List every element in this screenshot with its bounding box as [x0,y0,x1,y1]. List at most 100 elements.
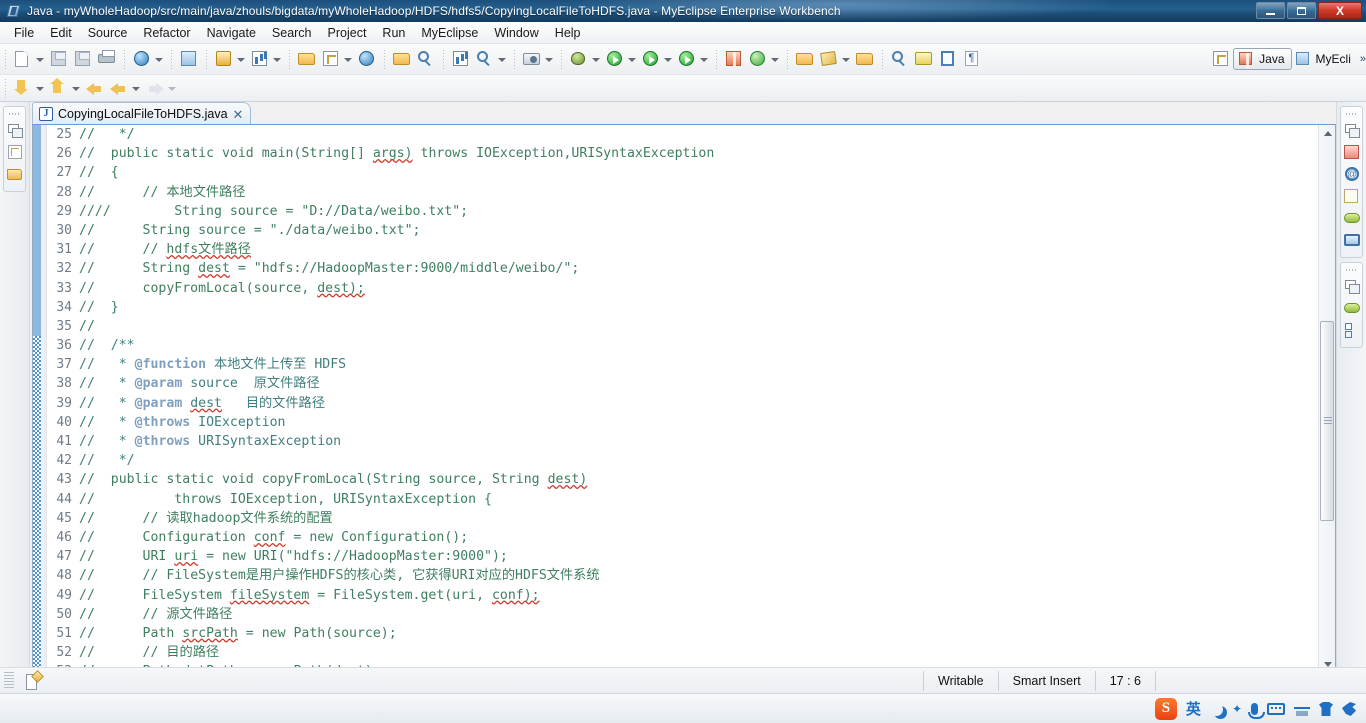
palette-icon[interactable] [1341,142,1363,162]
code-viewport[interactable]: 25 // */ 26 // public static void main(Stri… [33,125,1318,673]
menu-item-help[interactable]: Help [547,24,589,42]
upload-dropdown-icon[interactable] [71,77,80,99]
editor-vertical-scrollbar[interactable] [1318,125,1335,673]
preview-report-icon[interactable] [474,48,496,70]
deploy-icon[interactable] [213,48,235,70]
toggle-markoccurrences-icon[interactable] [913,48,935,70]
run-external-dropdown-icon[interactable] [699,48,708,70]
menu-item-search[interactable]: Search [264,24,320,42]
menu-item-refactor[interactable]: Refactor [135,24,198,42]
toggle-whitespace-icon[interactable]: ¶ [961,48,983,70]
code-text: // * @throws IOException [79,414,286,430]
vertical-scroll-thumb[interactable] [1320,321,1334,521]
screen-icon[interactable] [1341,230,1363,250]
save-icon[interactable] [48,48,70,70]
quick-fix-dropdown-icon[interactable] [841,48,850,70]
download-icon[interactable] [12,77,34,99]
open-perspective-icon[interactable] [1210,48,1232,70]
menu-item-file[interactable]: File [6,24,42,42]
abc-icon[interactable] [1294,703,1310,716]
restore-icon[interactable] [1341,120,1363,140]
new-wizard-icon[interactable] [12,48,34,70]
run-history-icon[interactable] [640,48,662,70]
back-icon[interactable] [84,77,106,99]
close-icon[interactable]: ✕ [233,108,244,121]
menu-item-navigate[interactable]: Navigate [199,24,264,42]
restore-icon[interactable] [4,120,26,140]
debug-icon[interactable] [568,48,590,70]
code-lines[interactable]: 25 // */ 26 // public static void main(Stri… [47,125,1318,673]
moon-icon[interactable] [1210,703,1223,716]
new-class-dropdown-icon[interactable] [770,48,779,70]
menu-item-myeclipse[interactable]: MyEclipse [413,24,486,42]
toggle-blockselection-icon[interactable] [937,48,959,70]
sogou-logo-icon[interactable]: S [1154,698,1177,720]
close-button[interactable]: X [1318,2,1362,19]
new-class-icon[interactable] [747,48,769,70]
snake-icon[interactable] [1341,208,1363,228]
run-history-dropdown-icon[interactable] [663,48,672,70]
mic-icon[interactable] [1248,703,1265,719]
sidebar-drag-grip[interactable] [9,110,20,117]
package-folder-icon[interactable] [4,164,26,184]
menu-item-project[interactable]: Project [320,24,375,42]
star-icon[interactable]: ✦ [1232,702,1242,716]
minimize-button[interactable] [1256,2,1285,19]
open-folder-icon[interactable] [854,48,876,70]
keyboard-icon[interactable] [1267,703,1285,715]
menu-item-window[interactable]: Window [486,24,546,42]
myeclipse-web-browser-icon[interactable] [131,48,153,70]
export-dropdown-icon[interactable] [343,48,352,70]
new-package-icon[interactable] [723,48,745,70]
perspective-myeclipse-button[interactable]: MyEcli [1292,48,1357,70]
maximize-button[interactable] [1287,2,1316,19]
note-icon[interactable] [1341,186,1363,206]
quick-fix-icon[interactable] [818,48,840,70]
run-dropdown-icon[interactable] [627,48,636,70]
report-dropdown-icon[interactable] [497,48,506,70]
at-icon[interactable]: @ [1341,164,1363,184]
scroll-up-icon[interactable] [1319,125,1335,142]
perspective-overflow-icon[interactable]: » [1360,53,1366,65]
blocks-icon[interactable] [1341,320,1363,340]
restore-icon[interactable] [1341,276,1363,296]
run-external-icon[interactable] [676,48,698,70]
print-icon[interactable] [96,48,118,70]
previous-dropdown-icon[interactable] [131,77,140,99]
import-icon[interactable] [296,48,318,70]
language-mode-icon[interactable]: 英 [1186,702,1201,717]
export-icon[interactable] [320,48,342,70]
upload-icon[interactable] [48,77,70,99]
perspective-java-button[interactable]: Java [1233,48,1292,70]
debug-dropdown-icon[interactable] [591,48,600,70]
run-icon[interactable] [604,48,626,70]
download-dropdown-icon[interactable] [35,77,44,99]
wrench-icon[interactable] [1342,702,1356,716]
menu-item-run[interactable]: Run [374,24,413,42]
previous-icon[interactable] [108,77,130,99]
new-report-icon[interactable] [450,48,472,70]
menu-item-edit[interactable]: Edit [42,24,80,42]
snapshot-dropdown-icon[interactable] [544,48,553,70]
editor-tab-copyinglocalfiletohdfs[interactable]: J CopyingLocalFileToHDFS.java ✕ [32,102,252,125]
sidebar-drag-grip[interactable] [1346,266,1357,273]
annotation-gutter[interactable] [33,125,47,673]
open-resource-icon[interactable] [794,48,816,70]
skin-icon[interactable] [1319,702,1333,716]
sidebar-drag-grip[interactable] [1346,110,1357,117]
menu-item-source[interactable]: Source [80,24,136,42]
database-explorer-icon[interactable] [249,48,271,70]
database-dropdown-icon[interactable] [272,48,281,70]
snapshot-icon[interactable] [521,48,543,70]
snake-icon[interactable] [1341,298,1363,318]
open-type-icon[interactable] [391,48,413,70]
table-icon[interactable] [4,142,26,162]
myeclipse-dropdown-icon[interactable] [154,48,163,70]
toggle-breakpoint-icon[interactable] [889,48,911,70]
web-icon[interactable] [356,48,378,70]
servers-icon[interactable] [178,48,200,70]
open-task-icon[interactable] [415,48,437,70]
deploy-dropdown-icon[interactable] [236,48,245,70]
save-all-icon[interactable] [72,48,94,70]
new-wizard-dropdown-icon[interactable] [35,48,44,70]
